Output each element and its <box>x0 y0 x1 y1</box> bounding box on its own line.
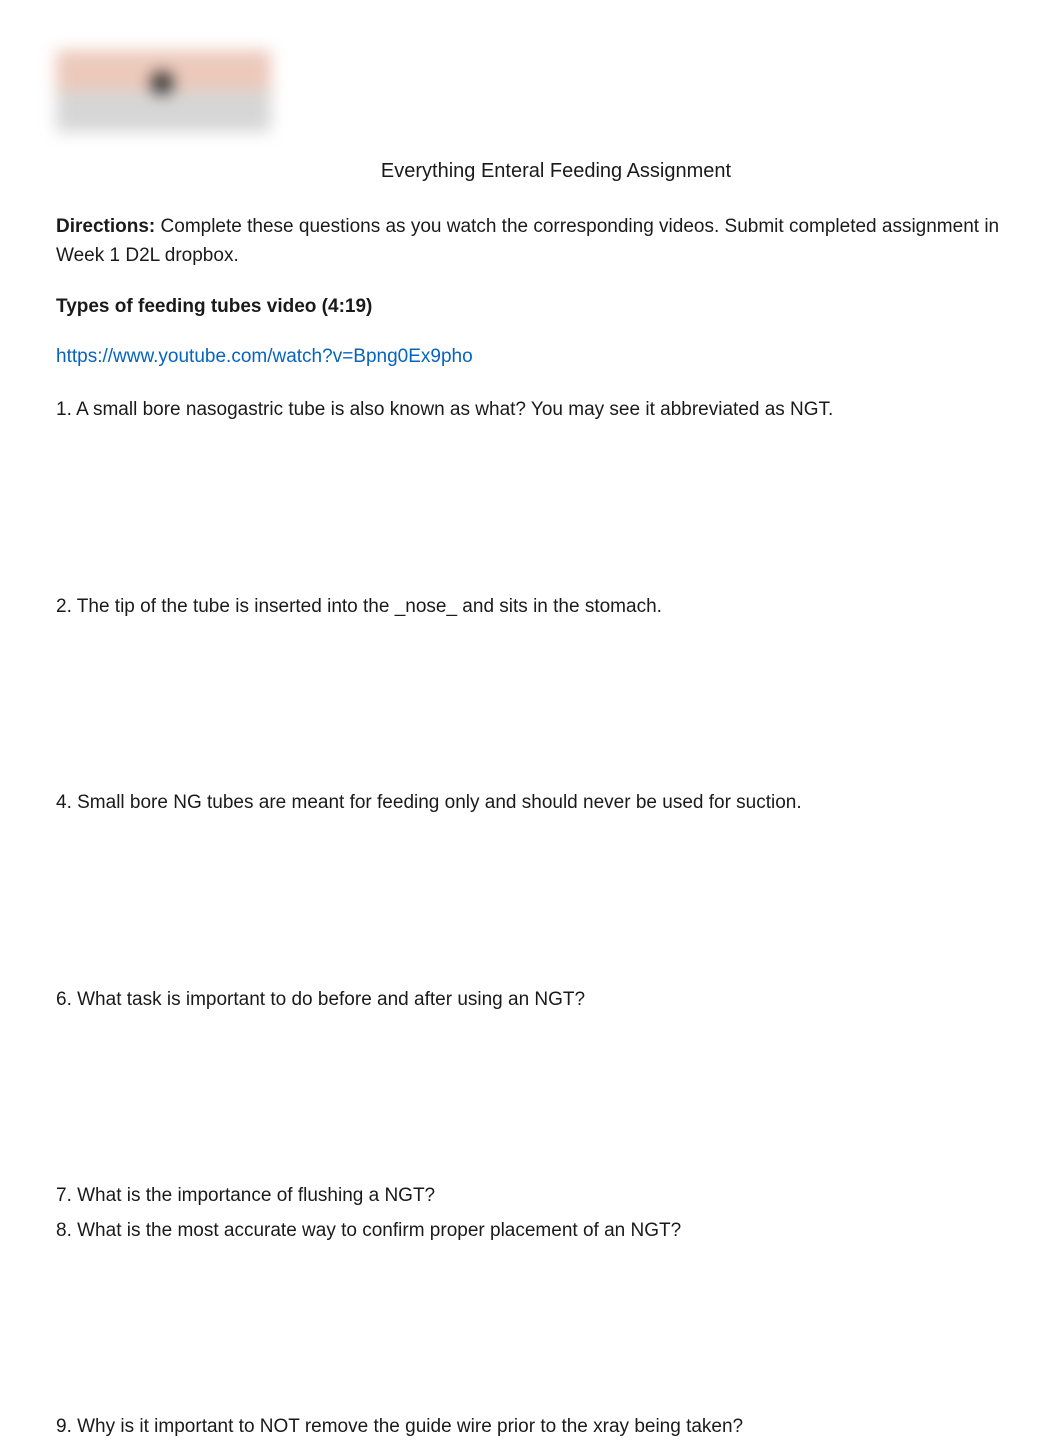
question-7: 7. What is the importance of flushing a … <box>56 1182 1006 1211</box>
question-2: 2. The tip of the tube is inserted into … <box>56 593 1006 622</box>
directions-text: Complete these questions as you watch th… <box>56 216 999 266</box>
document-page: Everything Enteral Feeding Assignment Di… <box>0 0 1062 1442</box>
question-9: 9. Why is it important to NOT remove the… <box>56 1413 1006 1442</box>
question-6: 6. What task is important to do before a… <box>56 986 1006 1015</box>
directions-label: Directions: <box>56 216 155 237</box>
logo-image <box>56 50 271 132</box>
section-heading: Types of feeding tubes video (4:19) <box>56 296 1006 318</box>
directions-paragraph: Directions: Complete these questions as … <box>56 213 1006 270</box>
question-8: 8. What is the most accurate way to conf… <box>56 1217 1006 1246</box>
logo-dot <box>151 72 173 94</box>
question-1: 1. A small bore nasogastric tube is also… <box>56 396 1006 425</box>
video-link[interactable]: https://www.youtube.com/watch?v=Bpng0Ex9… <box>56 346 1006 368</box>
document-title: Everything Enteral Feeding Assignment <box>56 160 1006 183</box>
question-4: 4. Small bore NG tubes are meant for fee… <box>56 789 1006 818</box>
